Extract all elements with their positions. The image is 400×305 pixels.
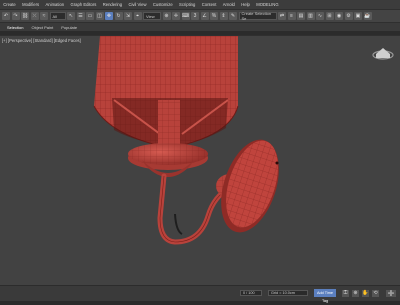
maximize-viewport-icon[interactable]: ✛ <box>386 290 396 298</box>
snaps-toggle-icon[interactable]: 3 <box>191 12 199 20</box>
zoom-icon[interactable]: ⊕ <box>352 290 359 297</box>
menu-item[interactable]: Help <box>238 2 253 7</box>
menu-item[interactable]: Customize <box>150 2 176 7</box>
manipulate-icon[interactable]: ✛ <box>172 12 180 20</box>
ribbon-tab[interactable]: Populate <box>57 25 81 30</box>
bind-spacewarp-icon[interactable]: ≈ <box>40 12 48 20</box>
menu-item[interactable]: Civil View <box>125 2 149 7</box>
schematic-view-icon[interactable]: ⊞ <box>325 12 334 20</box>
lamp-cup <box>128 143 208 177</box>
reference-coordinate-dropdown[interactable]: View <box>143 12 161 20</box>
grid-readout: Grid = 10.0cm <box>268 290 308 296</box>
menu-item[interactable]: Scripting <box>176 2 199 7</box>
auto-key-icon[interactable]: ⚿ <box>342 290 349 297</box>
menu-item[interactable]: MODELING <box>253 2 282 7</box>
rectangular-selection-icon[interactable]: ▭ <box>86 12 94 20</box>
edit-named-selection-icon[interactable]: ✎ <box>229 12 237 20</box>
link-icon[interactable]: ⛓ <box>21 12 29 20</box>
ribbon-tab[interactable]: Object Paint <box>27 25 57 30</box>
select-object-icon[interactable]: ↖ <box>67 12 75 20</box>
undo-icon[interactable]: ↶ <box>2 12 10 20</box>
selection-filter-dropdown[interactable]: All <box>49 12 66 20</box>
align-icon[interactable]: ≡ <box>287 12 296 20</box>
ribbon-tab[interactable]: Selection <box>3 25 27 30</box>
status-bar: 0 / 100 Grid = 10.0cm Add Time Tag ⚿ ⊕ ✋… <box>0 285 400 303</box>
pivot-center-icon[interactable]: ⊕ <box>162 12 171 20</box>
shade-inner-frame <box>112 98 229 146</box>
window-crossing-icon[interactable]: ◫ <box>95 12 104 20</box>
frame-counter[interactable]: 0 / 100 <box>240 290 262 296</box>
main-toolbar: ↶ ↷ ⛓ ⤫ ≈ All ↖ ☰ ▭ ◫ ✥ ↻ ⇲ ⌖ View ⊕ ✛ ⌨… <box>0 9 400 23</box>
model-canvas <box>93 36 394 245</box>
pan-icon[interactable]: ✋ <box>362 290 369 297</box>
menu-item[interactable]: Create <box>0 2 19 7</box>
render-setup-icon[interactable]: ⚙ <box>344 12 353 20</box>
spinner-snap-icon[interactable]: ⇕ <box>219 12 228 20</box>
redo-icon[interactable]: ↷ <box>11 12 20 20</box>
placement-icon[interactable]: ⌖ <box>133 12 142 20</box>
material-editor-icon[interactable]: ◉ <box>335 12 343 20</box>
percent-snap-icon[interactable]: % <box>210 12 218 20</box>
ribbon-tabs: Selection Object Paint Populate <box>0 23 400 31</box>
unlink-icon[interactable]: ⤫ <box>30 12 39 20</box>
perspective-viewport[interactable]: [+] [Perspective] [Standard] [Edged Face… <box>0 35 400 285</box>
menu-item[interactable]: Rendering <box>100 2 126 7</box>
select-by-name-icon[interactable]: ☰ <box>76 12 85 20</box>
menu-item[interactable]: Arnold <box>220 2 238 7</box>
named-selection-sets-dropdown[interactable]: Create Selection Se <box>238 11 277 21</box>
select-scale-icon[interactable]: ⇲ <box>124 12 132 20</box>
select-rotate-icon[interactable]: ↻ <box>114 12 123 20</box>
render-production-icon[interactable]: ☕ <box>363 12 372 20</box>
angle-snap-icon[interactable]: ∠ <box>200 12 209 20</box>
layer-explorer-icon[interactable]: ▤ <box>297 12 305 20</box>
menu-item[interactable]: Graph Editors <box>67 2 99 7</box>
toggle-ribbon-icon[interactable]: ▥ <box>306 12 315 20</box>
menu-item[interactable]: Modifiers <box>19 2 42 7</box>
menu-item[interactable]: Content <box>199 2 220 7</box>
select-move-icon[interactable]: ✥ <box>105 12 113 20</box>
menu-item[interactable]: Animation <box>42 2 67 7</box>
curve-editor-icon[interactable]: ∿ <box>316 12 324 20</box>
viewcube-home-icon[interactable] <box>372 48 394 60</box>
keyboard-shortcut-icon[interactable]: ⌨ <box>181 12 190 20</box>
rendered-frame-window-icon[interactable]: ▣ <box>354 12 362 20</box>
menu-bar: Create Modifiers Animation Graph Editors Ren… <box>0 0 400 9</box>
orbit-icon[interactable]: ⟲ <box>372 290 379 297</box>
mirror-icon[interactable]: ⇄ <box>278 12 286 20</box>
add-time-tag-button[interactable]: Add Time Tag <box>314 289 336 303</box>
